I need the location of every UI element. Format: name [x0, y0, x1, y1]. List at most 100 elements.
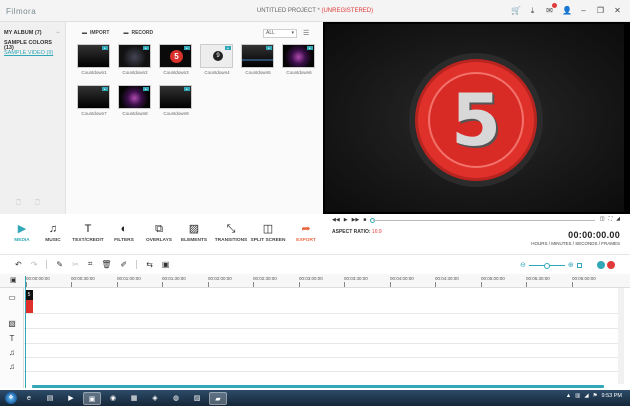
playback-slider[interactable] — [373, 220, 595, 221]
list-view-icon[interactable]: ☰ — [303, 29, 309, 37]
play-icon[interactable]: ▶ — [344, 217, 348, 223]
taskbar-app-icon[interactable]: ▣ — [83, 391, 101, 405]
clip-thumbnail[interactable]: ▸ — [241, 44, 274, 68]
download-icon[interactable]: ⤓ — [528, 6, 537, 16]
start-button[interactable]: ❖ — [5, 392, 17, 404]
chrome-icon[interactable]: ◉ — [104, 392, 122, 405]
tab-music[interactable]: ♫ MUSIC — [33, 222, 73, 243]
clip-thumbnail[interactable]: 5 ▸ — [159, 44, 192, 68]
delete-icon[interactable]: 🗑 — [101, 260, 111, 269]
rewind-icon[interactable]: ◀◀ — [332, 217, 340, 223]
music-track-icon[interactable]: ♫ — [7, 348, 17, 357]
explorer-icon[interactable]: ▤ — [41, 392, 59, 405]
aspect-ratio[interactable]: ASPECT RATIO: 16:9 — [332, 229, 382, 235]
color-picker-icon[interactable]: ✐ — [120, 260, 127, 269]
taskbar-app-icon[interactable]: ◍ — [167, 392, 185, 405]
tab-overlays[interactable]: ⧉ OVERLAYS — [139, 222, 179, 243]
volume-icon[interactable]: ◢ — [616, 216, 620, 222]
clip-label: Countdown2 — [122, 70, 148, 75]
export-button[interactable]: ➦ EXPORT — [286, 222, 326, 243]
volume-tray-icon[interactable]: ◢ — [584, 393, 588, 399]
edit-icon[interactable]: ✎ — [56, 260, 63, 269]
taskbar-app-icon[interactable]: ▨ — [188, 392, 206, 405]
clip-label: Countdown7 — [81, 111, 107, 116]
sidebar-item-sample-colors[interactable]: SAMPLE COLORS (13) — [0, 38, 65, 51]
timeline-clip[interactable]: 5 — [25, 290, 33, 313]
crop-icon[interactable]: ⌗ — [88, 259, 93, 269]
tab-split-screen[interactable]: ◫ SPLIT SCREEN — [248, 222, 288, 243]
clip-thumbnail[interactable]: ▸ — [118, 44, 151, 68]
pip-track[interactable] — [24, 314, 618, 329]
sidebar-item-sample-video[interactable]: SAMPLE VIDEO (9) — [0, 48, 65, 58]
clip-thumbnail[interactable]: 9 ▸ — [200, 44, 233, 68]
tab-elements[interactable]: ▨ ELEMENTS — [174, 222, 214, 243]
record-button[interactable]: ▬ RECORD — [123, 30, 153, 36]
clock[interactable]: 9:53 PM — [602, 393, 622, 399]
delete-folder-icon[interactable]: 🗋 — [35, 198, 40, 208]
zoom-out-icon[interactable]: ⊖ — [520, 261, 526, 269]
text-icon: T — [84, 223, 92, 235]
fast-forward-icon[interactable]: ▶▶ — [352, 217, 360, 223]
show-hidden-icon[interactable]: ▲ — [566, 393, 571, 399]
minimize-icon[interactable]: – — [579, 6, 588, 16]
clip-thumbnail[interactable]: ▸ — [118, 85, 151, 109]
user-icon[interactable]: 👤 — [562, 6, 572, 16]
video-track[interactable] — [24, 288, 618, 314]
cut-icon[interactable]: ✂ — [72, 260, 79, 269]
record-voice-icon[interactable]: ▣ — [162, 260, 170, 269]
redo-icon[interactable]: ↷ — [31, 260, 38, 269]
import-button[interactable]: ▬ IMPORT — [82, 30, 109, 36]
vertical-scrollbar[interactable] — [618, 288, 624, 384]
sidebar-item-my-album[interactable]: MY ALBUM (7) ← — [0, 28, 65, 38]
music-track[interactable] — [24, 344, 618, 358]
tab-transitions[interactable]: ⤡ TRANSITIONS — [211, 222, 251, 243]
stop-icon[interactable]: ■ — [363, 217, 366, 223]
clip-thumbnail[interactable]: ▸ — [282, 44, 315, 68]
cart-icon[interactable]: 🛒 — [511, 6, 521, 16]
music-icon: ♫ — [48, 223, 58, 235]
fullscreen-icon[interactable]: ⛶ — [609, 216, 613, 222]
image-track-icon[interactable]: ▧ — [7, 319, 17, 328]
text-track-icon[interactable]: T — [7, 334, 17, 343]
clip-thumbnail[interactable]: ▸ — [159, 85, 192, 109]
message-icon[interactable]: ✉ — [545, 3, 557, 16]
fit-timeline-icon[interactable] — [576, 262, 582, 268]
preview-screen[interactable]: 5 — [325, 24, 624, 212]
clip-thumbnail[interactable]: ▸ — [77, 44, 110, 68]
media-player-icon[interactable]: ▶ — [62, 392, 80, 405]
filter-select[interactable]: ALL — [263, 29, 297, 38]
video-track-icon[interactable]: ▭ — [7, 293, 17, 302]
ruler-tick: 00:04:30:00 — [435, 276, 459, 287]
speed-icon[interactable]: ⇆ — [146, 260, 153, 269]
playhead[interactable] — [25, 276, 26, 388]
ie-icon[interactable]: e — [20, 392, 38, 405]
taskbar-app-icon[interactable]: ◈ — [146, 392, 164, 405]
record-track-icon[interactable] — [607, 261, 615, 269]
ruler-tick: 00:05:00:00 — [481, 276, 505, 287]
audio-track-icon[interactable]: ♫ — [7, 362, 17, 371]
horizontal-scrollbar[interactable] — [32, 385, 604, 388]
tab-filters[interactable]: ◐ FILTERS — [104, 222, 144, 243]
back-arrow-icon[interactable]: ← — [56, 29, 62, 35]
text-track[interactable] — [24, 329, 618, 344]
audio-track[interactable] — [24, 358, 618, 372]
zoom-slider[interactable] — [528, 262, 565, 269]
add-folder-icon[interactable]: 🗋 — [16, 198, 21, 208]
aspect-ratio-value: 16:9 — [371, 229, 382, 235]
taskbar-app-icon[interactable]: ▦ — [125, 392, 143, 405]
restore-icon[interactable]: ❐ — [596, 6, 605, 16]
flag-icon[interactable]: ⚑ — [593, 393, 598, 399]
snapshot-icon[interactable]: ◫ — [600, 216, 605, 222]
tab-text-credit[interactable]: T TEXT/CREDIT — [68, 222, 108, 243]
close-icon[interactable]: ✕ — [613, 6, 622, 16]
clip-thumbnail[interactable]: ▸ — [77, 85, 110, 109]
network-icon[interactable]: ▥ — [575, 393, 580, 399]
timeline-ruler[interactable]: 00:00:00:00 00:00:30:00 00:01:00:00 00:0… — [0, 274, 630, 288]
settings-icon[interactable] — [597, 261, 605, 269]
undo-icon[interactable]: ↶ — [15, 260, 22, 269]
zoom-in-icon[interactable]: ⊕ — [568, 261, 574, 269]
ruler-tick: 00:02:00:00 — [208, 276, 232, 287]
folder-icon: ▬ — [82, 30, 87, 36]
filmora-taskbar-icon[interactable]: ▰ — [209, 391, 227, 405]
track-settings-icon[interactable]: ▣ — [10, 276, 17, 284]
